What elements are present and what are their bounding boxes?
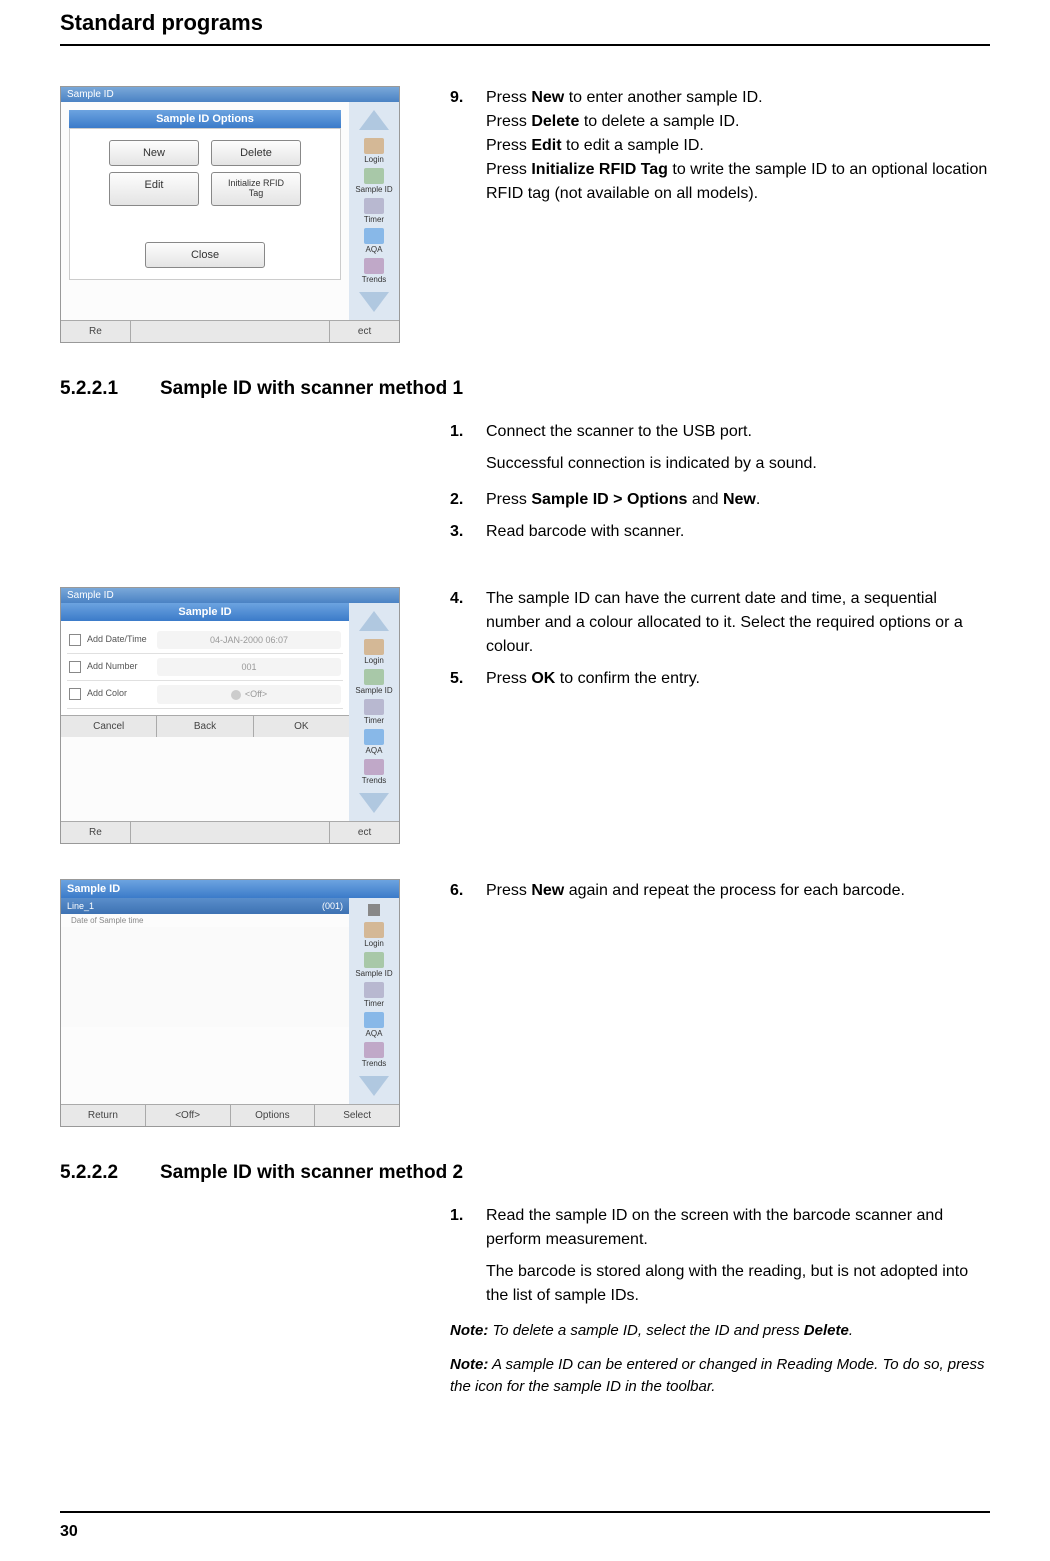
ss-corner-label: Sample ID [61,87,399,102]
ss-dialog-title: Sample ID Options [69,110,341,128]
checkbox-icon[interactable] [69,688,81,700]
step-3-m1: 3. Read barcode with scanner. [450,520,990,544]
sample-id-icon [364,952,384,968]
new-button[interactable]: New [109,140,199,166]
return-button[interactable]: Return [61,1105,146,1126]
initialize-rfid-button[interactable]: Initialize RFID Tag [211,172,301,206]
step-4-m1: 4. The sample ID can have the current da… [450,587,990,659]
close-button[interactable]: Close [145,242,265,268]
options-button[interactable]: Options [231,1105,316,1126]
edit-button[interactable]: Edit [109,172,199,206]
add-color-row[interactable]: Add Color <Off> [67,681,343,709]
login-icon [364,138,384,154]
page-number: 30 [60,1523,78,1541]
select-button[interactable]: Select [315,1105,399,1126]
heading-5-2-2-1: 5.2.2.1Sample ID with scanner method 1 [60,378,990,400]
ss-bottom-stub-right: ect [330,321,399,342]
scroll-up-icon[interactable] [359,611,389,631]
scroll-down-icon[interactable] [359,793,389,813]
footer-rule [60,1511,990,1513]
checkbox-icon[interactable] [69,661,81,673]
step-6-m1: 6. Press New again and repeat the proces… [450,879,990,903]
step-9: 9. Press New to enter another sample ID.… [450,86,990,206]
sidebar-login[interactable]: Login [354,922,394,948]
heading-5-2-2-2: 5.2.2.2Sample ID with scanner method 2 [60,1162,990,1184]
screenshot-sample-id-list: Sample ID Line_1 (001) Date of Sample ti… [60,879,400,1127]
header-rule [60,44,990,46]
add-datetime-row[interactable]: Add Date/Time 04-JAN-2000 06:07 [67,627,343,654]
aqa-icon [364,729,384,745]
list-row[interactable]: Line_1 (001) [61,898,349,914]
trends-icon [364,1042,384,1058]
step-2-m1: 2. Press Sample ID > Options and New. [450,488,990,512]
step-1-m1: 1. Connect the scanner to the USB port. [450,420,990,444]
scroll-up-icon[interactable] [359,110,389,130]
ss-corner-label-2: Sample ID [61,588,399,603]
sidebar-sample-id[interactable]: Sample ID [354,952,394,978]
sidebar-aqa[interactable]: AQA [354,228,394,254]
step-1-m2: 1. Read the sample ID on the screen with… [450,1204,990,1252]
step-1-sub: Successful connection is indicated by a … [486,452,990,476]
sidebar-sample-id[interactable]: Sample ID [354,168,394,194]
cancel-button[interactable]: Cancel [61,716,157,737]
ss-sidebar: Login Sample ID Timer AQA Trends [349,898,399,1104]
ss-sidebar: Login Sample ID Timer AQA Trends [349,102,399,320]
sidebar-timer[interactable]: Timer [354,699,394,725]
ss-dialog-title-2: Sample ID [61,603,349,621]
sidebar-login[interactable]: Login [354,138,394,164]
sample-id-icon [364,669,384,685]
sidebar-trends[interactable]: Trends [354,258,394,284]
scroll-down-icon[interactable] [359,292,389,312]
ss-bottom-stub-left: Re [61,321,131,342]
list-row-sub: Date of Sample time [61,914,349,927]
timer-icon [364,198,384,214]
scroll-up-small-icon[interactable] [368,904,380,916]
ss-bottom-stub-right: ect [330,822,399,843]
scroll-down-icon[interactable] [359,1076,389,1096]
login-icon [364,639,384,655]
checkbox-icon[interactable] [69,634,81,646]
note-delete: Note: To delete a sample ID, select the … [450,1320,990,1342]
screenshot-sample-id-add: Sample ID Sample ID Add Date/Time 04-JAN… [60,587,400,844]
ss-sidebar: Login Sample ID Timer AQA Trends [349,603,399,821]
aqa-icon [364,228,384,244]
add-number-row[interactable]: Add Number 001 [67,654,343,681]
sidebar-timer[interactable]: Timer [354,198,394,224]
sidebar-trends[interactable]: Trends [354,759,394,785]
color-dot-icon [231,690,241,700]
trends-icon [364,258,384,274]
sidebar-login[interactable]: Login [354,639,394,665]
timer-icon [364,982,384,998]
back-button[interactable]: Back [157,716,253,737]
sidebar-aqa[interactable]: AQA [354,729,394,755]
sample-id-icon [364,168,384,184]
note-reading-mode: Note: A sample ID can be entered or chan… [450,1354,990,1398]
login-icon [364,922,384,938]
page-header: Standard programs [60,0,990,44]
sidebar-trends[interactable]: Trends [354,1042,394,1068]
timer-icon [364,699,384,715]
screenshot-sample-id-options: Sample ID Sample ID Options New Delete E… [60,86,400,343]
aqa-icon [364,1012,384,1028]
sidebar-aqa[interactable]: AQA [354,1012,394,1038]
step-5-m1: 5. Press OK to confirm the entry. [450,667,990,691]
trends-icon [364,759,384,775]
off-button[interactable]: <Off> [146,1105,231,1126]
ss-dialog-title-3: Sample ID [61,880,399,898]
ok-button[interactable]: OK [254,716,349,737]
sidebar-timer[interactable]: Timer [354,982,394,1008]
step-1-m2-sub: The barcode is stored along with the rea… [486,1260,990,1308]
delete-button[interactable]: Delete [211,140,301,166]
sidebar-sample-id[interactable]: Sample ID [354,669,394,695]
ss-bottom-stub-left: Re [61,822,131,843]
